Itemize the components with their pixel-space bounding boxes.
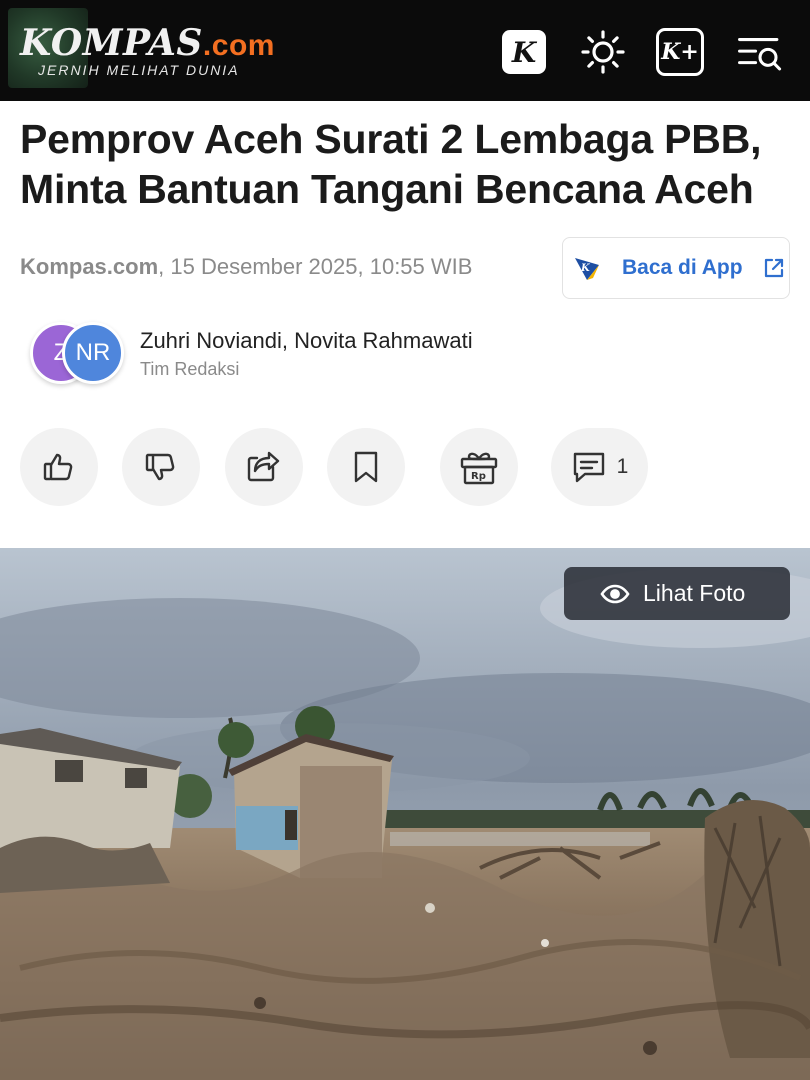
bookmark-icon xyxy=(354,451,378,483)
logo-text: KOMPAS.com xyxy=(20,22,275,64)
bookmark-button[interactable] xyxy=(327,428,405,506)
author-team: Tim Redaksi xyxy=(140,359,240,379)
logo-tagline: JERNIH MELIHAT DUNIA xyxy=(38,62,240,78)
thumbs-down-icon xyxy=(145,453,175,481)
article-date: , 15 Desember 2025, 10:55 WIB xyxy=(158,254,473,279)
gift-icon: Rp xyxy=(460,452,498,485)
avatar: NR xyxy=(62,322,124,384)
read-in-app-button[interactable]: K Baca di App xyxy=(562,237,790,299)
eye-icon xyxy=(600,584,630,604)
article-meta: Kompas.com, 15 Desember 2025, 10:55 WIB xyxy=(20,254,472,280)
thumbs-up-icon xyxy=(43,453,73,481)
article-title: Pemprov Aceh Surati 2 Lembaga PBB, Minta… xyxy=(20,116,762,212)
read-in-app-label: Baca di App xyxy=(622,256,743,279)
comment-button[interactable]: 1 xyxy=(551,428,648,506)
share-button[interactable] xyxy=(225,428,303,506)
svg-text:Rp: Rp xyxy=(471,471,486,482)
kompas-k-icon[interactable]: K xyxy=(502,30,546,74)
author-names[interactable]: Zuhri Noviandi, Novita Rahmawati xyxy=(140,328,473,354)
gift-button[interactable]: Rp xyxy=(440,428,518,506)
like-button[interactable] xyxy=(20,428,98,506)
view-photo-button[interactable]: Lihat Foto xyxy=(564,567,790,620)
external-link-icon xyxy=(763,257,785,279)
kompas-app-icon: K xyxy=(573,254,601,282)
dislike-button[interactable] xyxy=(122,428,200,506)
author-avatars[interactable]: Z NR xyxy=(30,322,130,388)
article-photo[interactable] xyxy=(0,548,810,1080)
sun-icon[interactable] xyxy=(579,28,627,76)
article-source[interactable]: Kompas.com xyxy=(20,254,158,279)
menu-search-icon[interactable] xyxy=(736,28,784,76)
kompas-logo[interactable]: KOMPAS.com JERNIH MELIHAT DUNIA xyxy=(8,8,274,88)
view-photo-label: Lihat Foto xyxy=(643,580,746,606)
svg-text:K: K xyxy=(580,263,591,274)
kompas-plus-icon[interactable]: K+ xyxy=(656,28,704,76)
comment-icon xyxy=(573,452,604,483)
comment-count: 1 xyxy=(616,455,629,478)
header-bar: KOMPAS.com JERNIH MELIHAT DUNIA K K+ xyxy=(0,0,810,101)
share-icon xyxy=(247,451,280,482)
